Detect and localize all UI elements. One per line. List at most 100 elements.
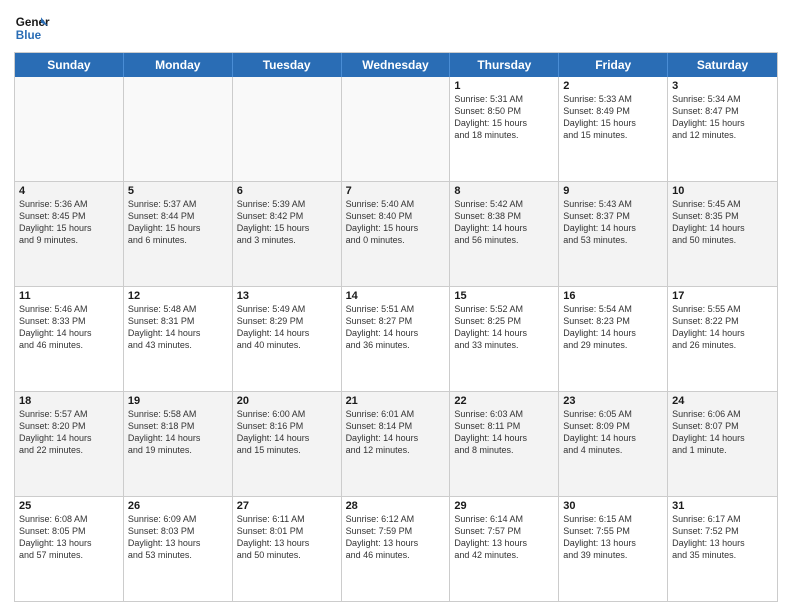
day-number: 16 bbox=[563, 290, 663, 302]
day-info: Sunrise: 5:43 AM Sunset: 8:37 PM Dayligh… bbox=[563, 198, 663, 247]
calendar-cell: 25Sunrise: 6:08 AM Sunset: 8:05 PM Dayli… bbox=[15, 497, 124, 601]
day-number: 28 bbox=[346, 500, 446, 512]
day-info: Sunrise: 5:51 AM Sunset: 8:27 PM Dayligh… bbox=[346, 303, 446, 352]
day-info: Sunrise: 5:52 AM Sunset: 8:25 PM Dayligh… bbox=[454, 303, 554, 352]
calendar-cell bbox=[124, 77, 233, 181]
day-info: Sunrise: 5:45 AM Sunset: 8:35 PM Dayligh… bbox=[672, 198, 773, 247]
calendar-cell: 12Sunrise: 5:48 AM Sunset: 8:31 PM Dayli… bbox=[124, 287, 233, 391]
calendar-cell: 7Sunrise: 5:40 AM Sunset: 8:40 PM Daylig… bbox=[342, 182, 451, 286]
day-info: Sunrise: 5:58 AM Sunset: 8:18 PM Dayligh… bbox=[128, 408, 228, 457]
weekday-header: Saturday bbox=[668, 53, 777, 77]
day-info: Sunrise: 6:11 AM Sunset: 8:01 PM Dayligh… bbox=[237, 513, 337, 562]
calendar-cell: 9Sunrise: 5:43 AM Sunset: 8:37 PM Daylig… bbox=[559, 182, 668, 286]
calendar-cell: 15Sunrise: 5:52 AM Sunset: 8:25 PM Dayli… bbox=[450, 287, 559, 391]
day-info: Sunrise: 5:33 AM Sunset: 8:49 PM Dayligh… bbox=[563, 93, 663, 142]
calendar-cell: 5Sunrise: 5:37 AM Sunset: 8:44 PM Daylig… bbox=[124, 182, 233, 286]
calendar-row: 11Sunrise: 5:46 AM Sunset: 8:33 PM Dayli… bbox=[15, 286, 777, 391]
calendar-cell: 28Sunrise: 6:12 AM Sunset: 7:59 PM Dayli… bbox=[342, 497, 451, 601]
day-info: Sunrise: 5:31 AM Sunset: 8:50 PM Dayligh… bbox=[454, 93, 554, 142]
calendar-row: 4Sunrise: 5:36 AM Sunset: 8:45 PM Daylig… bbox=[15, 181, 777, 286]
day-number: 8 bbox=[454, 185, 554, 197]
day-info: Sunrise: 5:34 AM Sunset: 8:47 PM Dayligh… bbox=[672, 93, 773, 142]
day-info: Sunrise: 6:14 AM Sunset: 7:57 PM Dayligh… bbox=[454, 513, 554, 562]
calendar-cell: 23Sunrise: 6:05 AM Sunset: 8:09 PM Dayli… bbox=[559, 392, 668, 496]
weekday-header: Friday bbox=[559, 53, 668, 77]
calendar-cell: 4Sunrise: 5:36 AM Sunset: 8:45 PM Daylig… bbox=[15, 182, 124, 286]
calendar-cell: 24Sunrise: 6:06 AM Sunset: 8:07 PM Dayli… bbox=[668, 392, 777, 496]
day-number: 21 bbox=[346, 395, 446, 407]
header: General Blue bbox=[14, 10, 778, 46]
day-number: 22 bbox=[454, 395, 554, 407]
weekday-header: Thursday bbox=[450, 53, 559, 77]
calendar-cell: 13Sunrise: 5:49 AM Sunset: 8:29 PM Dayli… bbox=[233, 287, 342, 391]
calendar-cell: 22Sunrise: 6:03 AM Sunset: 8:11 PM Dayli… bbox=[450, 392, 559, 496]
weekday-header: Sunday bbox=[15, 53, 124, 77]
day-number: 12 bbox=[128, 290, 228, 302]
calendar-cell: 17Sunrise: 5:55 AM Sunset: 8:22 PM Dayli… bbox=[668, 287, 777, 391]
day-number: 2 bbox=[563, 80, 663, 92]
day-number: 27 bbox=[237, 500, 337, 512]
day-number: 10 bbox=[672, 185, 773, 197]
weekday-header: Wednesday bbox=[342, 53, 451, 77]
day-number: 29 bbox=[454, 500, 554, 512]
day-info: Sunrise: 6:12 AM Sunset: 7:59 PM Dayligh… bbox=[346, 513, 446, 562]
day-info: Sunrise: 5:46 AM Sunset: 8:33 PM Dayligh… bbox=[19, 303, 119, 352]
day-number: 9 bbox=[563, 185, 663, 197]
day-info: Sunrise: 6:06 AM Sunset: 8:07 PM Dayligh… bbox=[672, 408, 773, 457]
calendar-row: 18Sunrise: 5:57 AM Sunset: 8:20 PM Dayli… bbox=[15, 391, 777, 496]
calendar-cell: 3Sunrise: 5:34 AM Sunset: 8:47 PM Daylig… bbox=[668, 77, 777, 181]
calendar-cell bbox=[15, 77, 124, 181]
calendar-cell: 8Sunrise: 5:42 AM Sunset: 8:38 PM Daylig… bbox=[450, 182, 559, 286]
day-number: 18 bbox=[19, 395, 119, 407]
day-number: 17 bbox=[672, 290, 773, 302]
day-number: 7 bbox=[346, 185, 446, 197]
day-number: 19 bbox=[128, 395, 228, 407]
day-info: Sunrise: 5:48 AM Sunset: 8:31 PM Dayligh… bbox=[128, 303, 228, 352]
day-info: Sunrise: 5:37 AM Sunset: 8:44 PM Dayligh… bbox=[128, 198, 228, 247]
day-number: 14 bbox=[346, 290, 446, 302]
day-info: Sunrise: 5:40 AM Sunset: 8:40 PM Dayligh… bbox=[346, 198, 446, 247]
day-number: 4 bbox=[19, 185, 119, 197]
calendar-cell bbox=[233, 77, 342, 181]
day-info: Sunrise: 5:57 AM Sunset: 8:20 PM Dayligh… bbox=[19, 408, 119, 457]
calendar-cell: 2Sunrise: 5:33 AM Sunset: 8:49 PM Daylig… bbox=[559, 77, 668, 181]
calendar-cell: 16Sunrise: 5:54 AM Sunset: 8:23 PM Dayli… bbox=[559, 287, 668, 391]
day-number: 23 bbox=[563, 395, 663, 407]
day-info: Sunrise: 6:09 AM Sunset: 8:03 PM Dayligh… bbox=[128, 513, 228, 562]
day-number: 6 bbox=[237, 185, 337, 197]
day-info: Sunrise: 6:08 AM Sunset: 8:05 PM Dayligh… bbox=[19, 513, 119, 562]
weekday-header: Monday bbox=[124, 53, 233, 77]
day-number: 25 bbox=[19, 500, 119, 512]
calendar: SundayMondayTuesdayWednesdayThursdayFrid… bbox=[14, 52, 778, 602]
calendar-cell: 18Sunrise: 5:57 AM Sunset: 8:20 PM Dayli… bbox=[15, 392, 124, 496]
calendar-body: 1Sunrise: 5:31 AM Sunset: 8:50 PM Daylig… bbox=[15, 77, 777, 601]
day-number: 24 bbox=[672, 395, 773, 407]
weekday-header: Tuesday bbox=[233, 53, 342, 77]
day-number: 3 bbox=[672, 80, 773, 92]
calendar-cell: 21Sunrise: 6:01 AM Sunset: 8:14 PM Dayli… bbox=[342, 392, 451, 496]
day-number: 15 bbox=[454, 290, 554, 302]
day-number: 13 bbox=[237, 290, 337, 302]
calendar-cell: 27Sunrise: 6:11 AM Sunset: 8:01 PM Dayli… bbox=[233, 497, 342, 601]
day-info: Sunrise: 6:17 AM Sunset: 7:52 PM Dayligh… bbox=[672, 513, 773, 562]
day-info: Sunrise: 6:01 AM Sunset: 8:14 PM Dayligh… bbox=[346, 408, 446, 457]
day-info: Sunrise: 5:54 AM Sunset: 8:23 PM Dayligh… bbox=[563, 303, 663, 352]
calendar-cell: 11Sunrise: 5:46 AM Sunset: 8:33 PM Dayli… bbox=[15, 287, 124, 391]
calendar-cell: 31Sunrise: 6:17 AM Sunset: 7:52 PM Dayli… bbox=[668, 497, 777, 601]
day-info: Sunrise: 5:39 AM Sunset: 8:42 PM Dayligh… bbox=[237, 198, 337, 247]
calendar-cell: 29Sunrise: 6:14 AM Sunset: 7:57 PM Dayli… bbox=[450, 497, 559, 601]
day-number: 20 bbox=[237, 395, 337, 407]
calendar-cell: 14Sunrise: 5:51 AM Sunset: 8:27 PM Dayli… bbox=[342, 287, 451, 391]
calendar-cell: 10Sunrise: 5:45 AM Sunset: 8:35 PM Dayli… bbox=[668, 182, 777, 286]
day-info: Sunrise: 5:42 AM Sunset: 8:38 PM Dayligh… bbox=[454, 198, 554, 247]
day-number: 30 bbox=[563, 500, 663, 512]
day-number: 31 bbox=[672, 500, 773, 512]
calendar-cell: 1Sunrise: 5:31 AM Sunset: 8:50 PM Daylig… bbox=[450, 77, 559, 181]
calendar-row: 1Sunrise: 5:31 AM Sunset: 8:50 PM Daylig… bbox=[15, 77, 777, 181]
calendar-cell: 30Sunrise: 6:15 AM Sunset: 7:55 PM Dayli… bbox=[559, 497, 668, 601]
day-info: Sunrise: 6:15 AM Sunset: 7:55 PM Dayligh… bbox=[563, 513, 663, 562]
day-info: Sunrise: 5:36 AM Sunset: 8:45 PM Dayligh… bbox=[19, 198, 119, 247]
logo: General Blue bbox=[14, 10, 50, 46]
day-info: Sunrise: 6:05 AM Sunset: 8:09 PM Dayligh… bbox=[563, 408, 663, 457]
day-number: 26 bbox=[128, 500, 228, 512]
